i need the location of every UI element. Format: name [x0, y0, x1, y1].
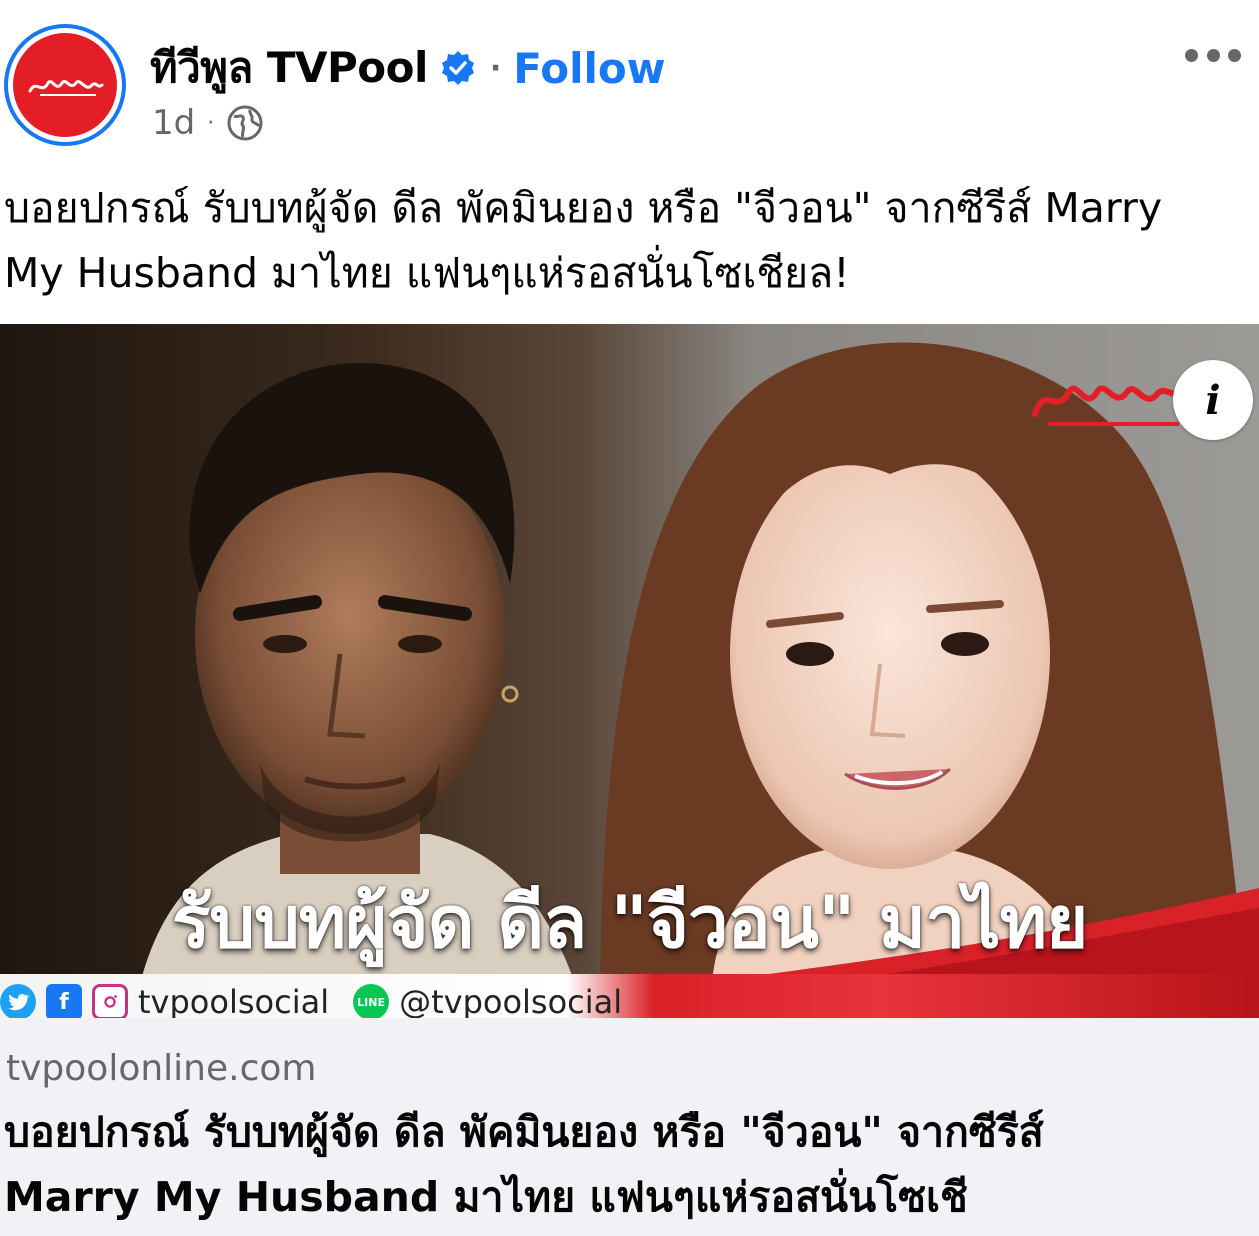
- more-dot: [1185, 48, 1198, 62]
- caption-line: My Husband มาไทย แฟนๆแห่รอสนั่นโซเชียล!: [4, 249, 850, 297]
- page-avatar[interactable]: [4, 24, 126, 146]
- header-separator: ·: [489, 50, 502, 86]
- image-headline: รับบทผู้จัด ดีล "จีวอน" มาไทย: [171, 880, 1089, 964]
- link-domain: tvpoolonline.com: [6, 1048, 317, 1089]
- link-preview-card[interactable]: tvpoolonline.com บอยปกรณ์ รับบทผู้จัด ดี…: [0, 1018, 1259, 1236]
- tvpool-logo-script: [28, 80, 104, 96]
- instagram-handle: tvpoolsocial: [138, 983, 330, 1018]
- social-handles: f tvpoolsocial LINE @tvpoolsocial: [0, 982, 646, 1018]
- info-icon[interactable]: i: [1173, 360, 1253, 440]
- page-name-row: ทีวีพูล TVPool · Follow: [150, 38, 666, 98]
- more-dot: [1228, 48, 1241, 62]
- link-title-line: บอยปกรณ์ รับบทผู้จัด ดีล พัคมินยอง หรือ …: [4, 1108, 1044, 1156]
- tvpool-logo: [13, 33, 117, 137]
- meta-separator: ·: [207, 110, 215, 136]
- line-icon: LINE: [353, 984, 390, 1018]
- post-meta: 1d ·: [152, 100, 264, 146]
- line-handle: @tvpoolsocial: [399, 983, 623, 1018]
- caption-line: บอยปกรณ์ รับบทผู้จัด ดีล พัคมินยอง หรือ …: [4, 184, 1163, 232]
- tvpool-watermark-logo: [1032, 385, 1188, 426]
- link-title-line: Marry My Husband มาไทย แฟนๆแห่รอสนั่นโซเ…: [4, 1173, 968, 1221]
- follow-button[interactable]: Follow: [513, 44, 665, 93]
- globe-icon[interactable]: [226, 104, 264, 142]
- verified-badge-icon: [440, 50, 476, 86]
- more-options-icon[interactable]: [1185, 40, 1241, 70]
- twitter-icon: [0, 984, 36, 1018]
- instagram-icon: [92, 984, 128, 1018]
- post-timestamp[interactable]: 1d: [152, 103, 195, 143]
- link-title: บอยปกรณ์ รับบทผู้จัด ดีล พัคมินยอง หรือ …: [4, 1100, 1254, 1230]
- post-image[interactable]: i รับบทผู้จัด ดีล "จีวอน" มาไทย f tvpool…: [0, 324, 1259, 1018]
- facebook-post: ทีวีพูล TVPool · Follow 1d · บอยปกรณ์ รั…: [0, 0, 1259, 1236]
- page-name-link[interactable]: ทีวีพูล TVPool: [150, 35, 428, 101]
- post-caption: บอยปกรณ์ รับบทผู้จัด ดีล พัคมินยอง หรือ …: [4, 176, 1254, 306]
- facebook-icon: f: [46, 984, 82, 1018]
- more-dot: [1206, 48, 1220, 62]
